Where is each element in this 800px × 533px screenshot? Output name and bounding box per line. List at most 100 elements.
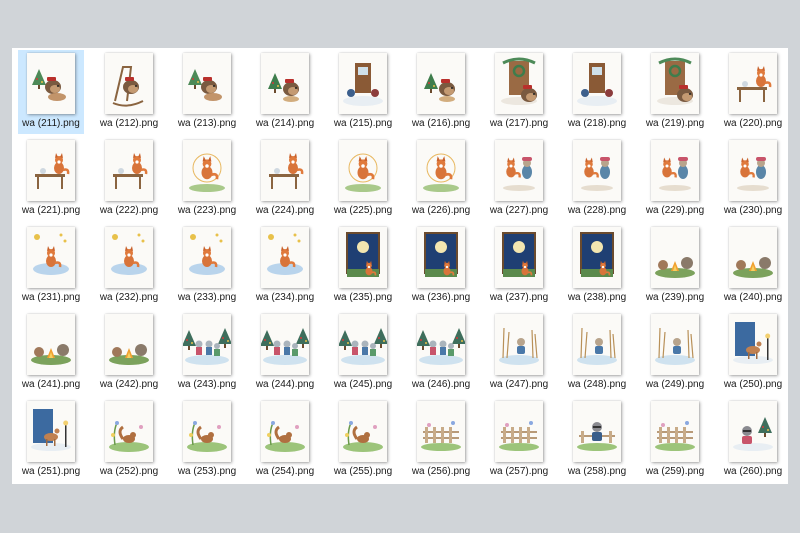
image-thumbnail[interactable] — [729, 140, 777, 201]
file-item[interactable]: wa (212).png — [96, 50, 162, 134]
file-item[interactable]: wa (258).png — [564, 398, 630, 482]
image-thumbnail[interactable] — [729, 401, 777, 462]
image-thumbnail[interactable] — [27, 227, 75, 288]
file-item[interactable]: wa (224).png — [252, 137, 318, 221]
image-thumbnail[interactable] — [651, 314, 699, 375]
image-thumbnail[interactable] — [729, 53, 777, 114]
image-thumbnail[interactable] — [261, 53, 309, 114]
image-thumbnail[interactable] — [651, 401, 699, 462]
file-item[interactable]: wa (260).png — [720, 398, 786, 482]
file-item[interactable]: wa (238).png — [564, 224, 630, 308]
image-thumbnail[interactable] — [573, 314, 621, 375]
image-thumbnail[interactable] — [27, 314, 75, 375]
file-item[interactable]: wa (228).png — [564, 137, 630, 221]
image-thumbnail[interactable] — [105, 140, 153, 201]
image-thumbnail[interactable] — [27, 140, 75, 201]
file-item[interactable]: wa (221).png — [18, 137, 84, 221]
image-thumbnail[interactable] — [495, 401, 543, 462]
file-item[interactable]: wa (226).png — [408, 137, 474, 221]
image-thumbnail[interactable] — [183, 53, 231, 114]
file-item[interactable]: wa (218).png — [564, 50, 630, 134]
image-thumbnail[interactable] — [651, 140, 699, 201]
file-item[interactable]: wa (249).png — [642, 311, 708, 395]
file-item[interactable]: wa (253).png — [174, 398, 240, 482]
image-thumbnail[interactable] — [261, 140, 309, 201]
file-item[interactable]: wa (237).png — [486, 224, 552, 308]
image-thumbnail[interactable] — [261, 227, 309, 288]
image-thumbnail[interactable] — [729, 227, 777, 288]
file-item[interactable]: wa (256).png — [408, 398, 474, 482]
image-thumbnail[interactable] — [729, 314, 777, 375]
file-item[interactable]: wa (232).png — [96, 224, 162, 308]
image-thumbnail[interactable] — [27, 53, 75, 114]
image-thumbnail[interactable] — [261, 314, 309, 375]
file-item[interactable]: wa (233).png — [174, 224, 240, 308]
file-explorer-content-pane[interactable]: wa (211).png wa (212).png wa (213).png w… — [12, 48, 788, 484]
file-item[interactable]: wa (230).png — [720, 137, 786, 221]
file-item[interactable]: wa (229).png — [642, 137, 708, 221]
image-thumbnail[interactable] — [573, 140, 621, 201]
image-thumbnail[interactable] — [339, 140, 387, 201]
image-thumbnail[interactable] — [495, 227, 543, 288]
file-item[interactable]: wa (257).png — [486, 398, 552, 482]
file-item[interactable]: wa (252).png — [96, 398, 162, 482]
file-item[interactable]: wa (247).png — [486, 311, 552, 395]
file-item[interactable]: wa (259).png — [642, 398, 708, 482]
file-item[interactable]: wa (223).png — [174, 137, 240, 221]
file-item[interactable]: wa (248).png — [564, 311, 630, 395]
file-item[interactable]: wa (240).png — [720, 224, 786, 308]
file-item[interactable]: wa (227).png — [486, 137, 552, 221]
file-item[interactable]: wa (231).png — [18, 224, 84, 308]
file-item[interactable]: wa (246).png — [408, 311, 474, 395]
file-item[interactable]: wa (215).png — [330, 50, 396, 134]
image-thumbnail[interactable] — [183, 401, 231, 462]
image-thumbnail[interactable] — [339, 314, 387, 375]
image-thumbnail[interactable] — [495, 53, 543, 114]
image-thumbnail[interactable] — [105, 53, 153, 114]
file-item[interactable]: wa (214).png — [252, 50, 318, 134]
image-thumbnail[interactable] — [339, 227, 387, 288]
file-item[interactable]: wa (219).png — [642, 50, 708, 134]
file-item[interactable]: wa (222).png — [96, 137, 162, 221]
image-thumbnail[interactable] — [573, 53, 621, 114]
image-thumbnail[interactable] — [495, 140, 543, 201]
file-item[interactable]: wa (225).png — [330, 137, 396, 221]
image-thumbnail[interactable] — [105, 227, 153, 288]
file-item[interactable]: wa (254).png — [252, 398, 318, 482]
file-item[interactable]: wa (211).png — [18, 50, 84, 134]
file-item[interactable]: wa (239).png — [642, 224, 708, 308]
file-item[interactable]: wa (243).png — [174, 311, 240, 395]
file-item[interactable]: wa (245).png — [330, 311, 396, 395]
file-item[interactable]: wa (217).png — [486, 50, 552, 134]
image-thumbnail[interactable] — [417, 227, 465, 288]
file-item[interactable]: wa (235).png — [330, 224, 396, 308]
image-thumbnail[interactable] — [495, 314, 543, 375]
image-thumbnail[interactable] — [651, 53, 699, 114]
file-item[interactable]: wa (242).png — [96, 311, 162, 395]
image-thumbnail[interactable] — [27, 401, 75, 462]
image-thumbnail[interactable] — [573, 227, 621, 288]
file-item[interactable]: wa (250).png — [720, 311, 786, 395]
image-thumbnail[interactable] — [417, 314, 465, 375]
image-thumbnail[interactable] — [183, 314, 231, 375]
file-item[interactable]: wa (241).png — [18, 311, 84, 395]
file-item[interactable]: wa (234).png — [252, 224, 318, 308]
image-thumbnail[interactable] — [183, 227, 231, 288]
file-item[interactable]: wa (236).png — [408, 224, 474, 308]
image-thumbnail[interactable] — [339, 53, 387, 114]
image-thumbnail[interactable] — [261, 401, 309, 462]
image-thumbnail[interactable] — [105, 401, 153, 462]
file-item[interactable]: wa (220).png — [720, 50, 786, 134]
image-thumbnail[interactable] — [183, 140, 231, 201]
file-item[interactable]: wa (255).png — [330, 398, 396, 482]
file-item[interactable]: wa (251).png — [18, 398, 84, 482]
image-thumbnail[interactable] — [105, 314, 153, 375]
file-item[interactable]: wa (216).png — [408, 50, 474, 134]
image-thumbnail[interactable] — [417, 140, 465, 201]
image-thumbnail[interactable] — [651, 227, 699, 288]
file-item[interactable]: wa (213).png — [174, 50, 240, 134]
image-thumbnail[interactable] — [417, 53, 465, 114]
image-thumbnail[interactable] — [573, 401, 621, 462]
image-thumbnail[interactable] — [417, 401, 465, 462]
file-item[interactable]: wa (244).png — [252, 311, 318, 395]
